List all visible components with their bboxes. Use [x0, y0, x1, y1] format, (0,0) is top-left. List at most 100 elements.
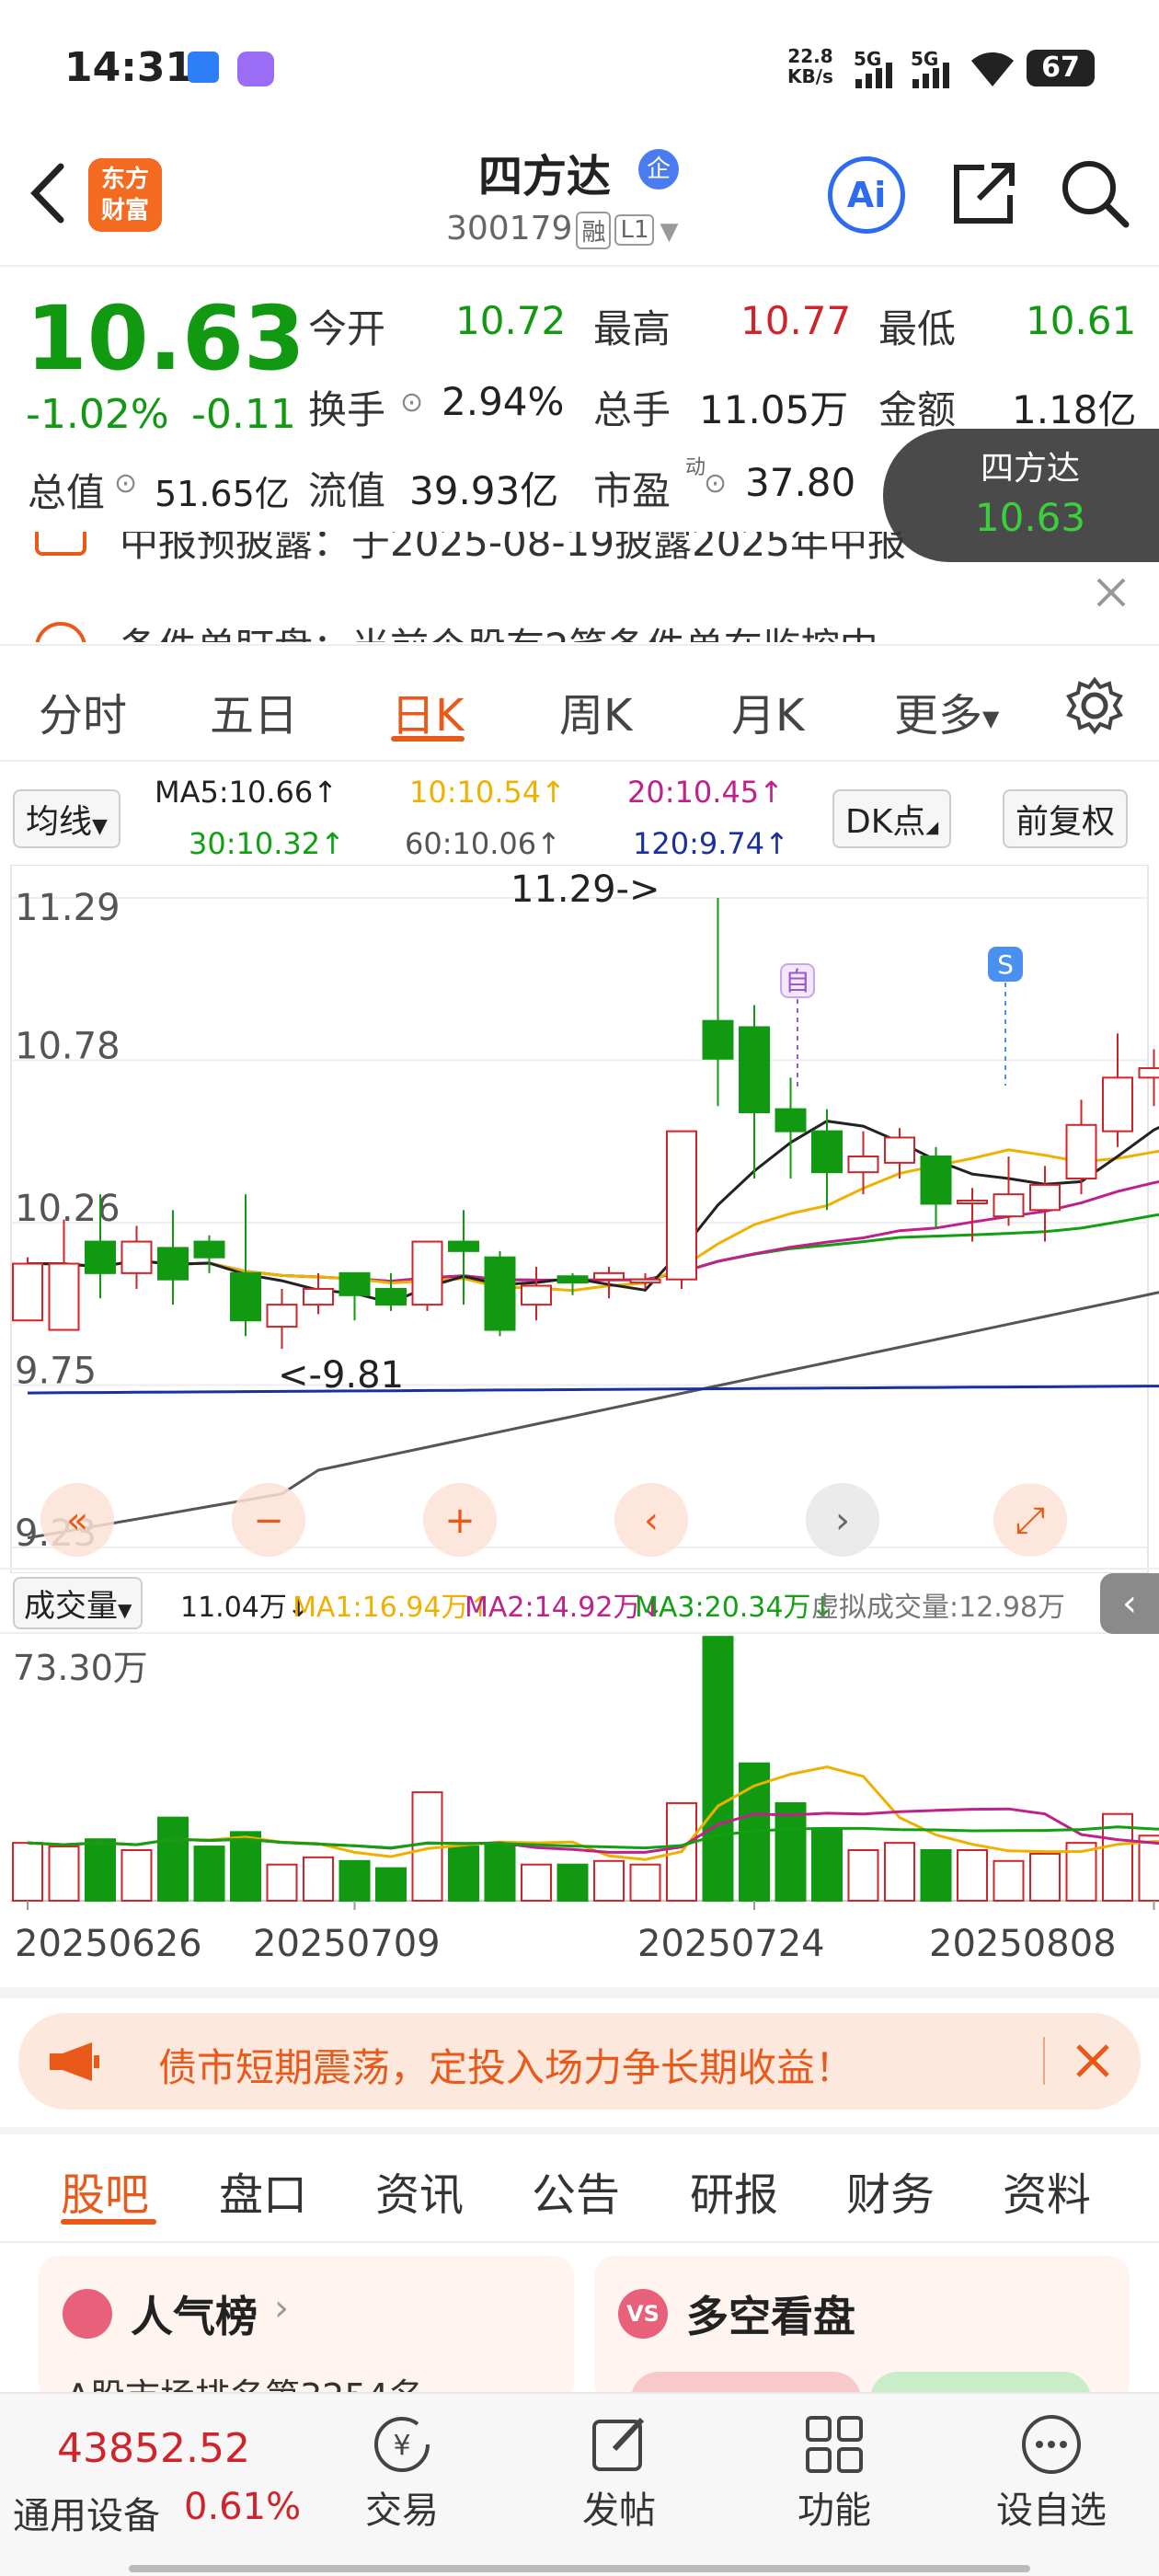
nav-trade[interactable]: ¥ 交易: [333, 2412, 471, 2534]
tabs-divider: [0, 760, 1159, 762]
promo-banner[interactable]: 债市短期震荡，定投入场力争长期收益！: [18, 2013, 1141, 2110]
volume-bar: [920, 1848, 952, 1902]
candle-body: [884, 1136, 915, 1164]
chart-frame: [10, 865, 1149, 1573]
search-icon[interactable]: [1058, 156, 1131, 230]
index-name[interactable]: 通用设备: [13, 2486, 160, 2539]
candle-body: [957, 1200, 988, 1205]
candle-body: [375, 1287, 407, 1306]
volume-bar: [303, 1856, 334, 1903]
popularity-card[interactable]: 人气榜 › A股市场排名第3254名: [39, 2256, 574, 2403]
amount-value: 1.18亿: [1012, 387, 1137, 432]
tab-announcements[interactable]: 公告: [532, 2158, 620, 2223]
tab-weekly-k[interactable]: 周K: [559, 679, 632, 743]
card-title: 多空看盘: [686, 2292, 855, 2341]
info-icon[interactable]: ⊙: [704, 467, 727, 500]
close-icon[interactable]: [1093, 574, 1130, 611]
candle-body: [847, 1156, 879, 1174]
tab-daily-k[interactable]: 日K: [391, 679, 464, 743]
net-speed: 22.8 KB/s: [787, 45, 833, 87]
vol-ma1: MA1:16.94万↑: [293, 1592, 492, 1624]
volume-indicator-selector[interactable]: 成交量▼: [13, 1577, 143, 1629]
tab-five-day[interactable]: 五日: [210, 679, 298, 743]
gesture-bar: [129, 2565, 1030, 2572]
tab-guba[interactable]: 股吧: [61, 2158, 149, 2223]
candle-body: [775, 1108, 807, 1133]
dk-point-button[interactable]: DK点◢: [832, 789, 952, 848]
volume-label: 总手: [593, 387, 671, 432]
candle-body: [339, 1271, 371, 1296]
nav-functions[interactable]: 功能: [765, 2412, 903, 2534]
chart-control-icon: «: [66, 1500, 88, 1542]
candle-body: [920, 1156, 952, 1205]
tab-research[interactable]: 研报: [690, 2158, 778, 2223]
stock-code-row[interactable]: 300179 融 L1 ▼: [446, 210, 678, 249]
index-pct[interactable]: 0.61%: [184, 2486, 301, 2528]
volume-bar: [557, 1863, 589, 1902]
y-axis-label: 10.26: [15, 1188, 120, 1230]
index-value[interactable]: 43852.52: [57, 2425, 250, 2472]
notice-text[interactable]: 条件单盯盘：当前个股有2笔条件单在监控中: [120, 616, 878, 642]
notice-area: 中报预披露：于2025-08-19披露2025年中报 条件单盯盘：当前个股有2笔…: [0, 532, 1159, 642]
notice-divider: [0, 644, 1159, 646]
megaphone-icon: [50, 2042, 99, 2081]
tab-finance[interactable]: 财务: [846, 2158, 935, 2223]
candle-body: [1102, 1076, 1133, 1133]
volume-bar: [266, 1863, 298, 1902]
close-icon[interactable]: [1073, 2041, 1113, 2081]
margin-tag: 融: [576, 211, 612, 249]
candle-body: [993, 1193, 1025, 1218]
nav-post[interactable]: 发帖: [550, 2412, 688, 2534]
volume-chart[interactable]: 73.30万: [0, 1634, 1159, 1910]
chart-control-icon: +: [444, 1500, 476, 1542]
candle-body: [266, 1304, 298, 1328]
enterprise-badge: 企: [638, 149, 679, 190]
adjustment-button[interactable]: 前复权: [1003, 789, 1129, 848]
candle-body: [1138, 1067, 1159, 1079]
info-icon[interactable]: ⊙: [400, 386, 423, 419]
candlestick-chart[interactable]: 11.2910.7810.269.759.2311.29-><-9.81自S«−…: [0, 865, 1159, 1573]
candle-body: [48, 1262, 80, 1331]
turnover-label: 换手: [308, 387, 386, 432]
low-label: 最低: [878, 306, 957, 351]
ma-selector[interactable]: 均线▼: [13, 789, 120, 848]
volume-bar: [12, 1842, 43, 1902]
volume-bar: [157, 1816, 189, 1902]
notice-text[interactable]: 中报预披露：于2025-08-19披露2025年中报: [120, 532, 906, 568]
tab-intraday[interactable]: 分时: [39, 679, 127, 743]
back-icon[interactable]: [28, 161, 68, 225]
pe-superscript: 动: [685, 456, 706, 479]
candle-body: [303, 1287, 334, 1306]
tab-profile[interactable]: 资料: [1003, 2158, 1091, 2223]
mktcap-label: 总值: [28, 470, 106, 515]
popup-name: 四方达: [980, 450, 1080, 488]
ma10-value: 10:10.54↑: [409, 775, 566, 810]
tab-news[interactable]: 资讯: [375, 2158, 464, 2223]
float-value: 39.93亿: [409, 468, 559, 513]
nav-add-watchlist[interactable]: 设自选: [982, 2412, 1120, 2534]
mktcap-value: 51.65亿: [155, 474, 290, 514]
low-value: 10.61: [1026, 298, 1137, 343]
bull-bear-card[interactable]: VS 多空看盘: [594, 2256, 1130, 2403]
tabs-divider: [0, 2241, 1159, 2243]
notice-icon: [35, 532, 86, 556]
tab-pankou[interactable]: 盘口: [219, 2158, 307, 2223]
volume-bar: [1029, 1852, 1061, 1903]
volume-bar: [85, 1838, 116, 1903]
date-label: 20250724: [637, 1923, 825, 1965]
y-axis-label: 10.78: [15, 1026, 120, 1068]
info-icon[interactable]: ⊙: [114, 467, 137, 500]
ai-assistant-button[interactable]: Ai: [828, 156, 905, 234]
share-icon[interactable]: [947, 156, 1021, 230]
max-price-note: 11.29->: [511, 868, 660, 911]
volume-value: 11.05万: [699, 387, 849, 432]
y-axis-label: 9.75: [15, 1351, 97, 1393]
settings-gear-icon[interactable]: [1065, 676, 1124, 735]
tab-monthly-k[interactable]: 月K: [731, 679, 804, 743]
date-label: 20250709: [253, 1923, 441, 1965]
volume-bar: [811, 1827, 843, 1902]
volume-bar: [847, 1848, 879, 1902]
collapse-panel-button[interactable]: ‹: [1100, 1573, 1159, 1634]
tab-more[interactable]: 更多▼: [894, 679, 999, 743]
high-value: 10.77: [740, 298, 852, 343]
